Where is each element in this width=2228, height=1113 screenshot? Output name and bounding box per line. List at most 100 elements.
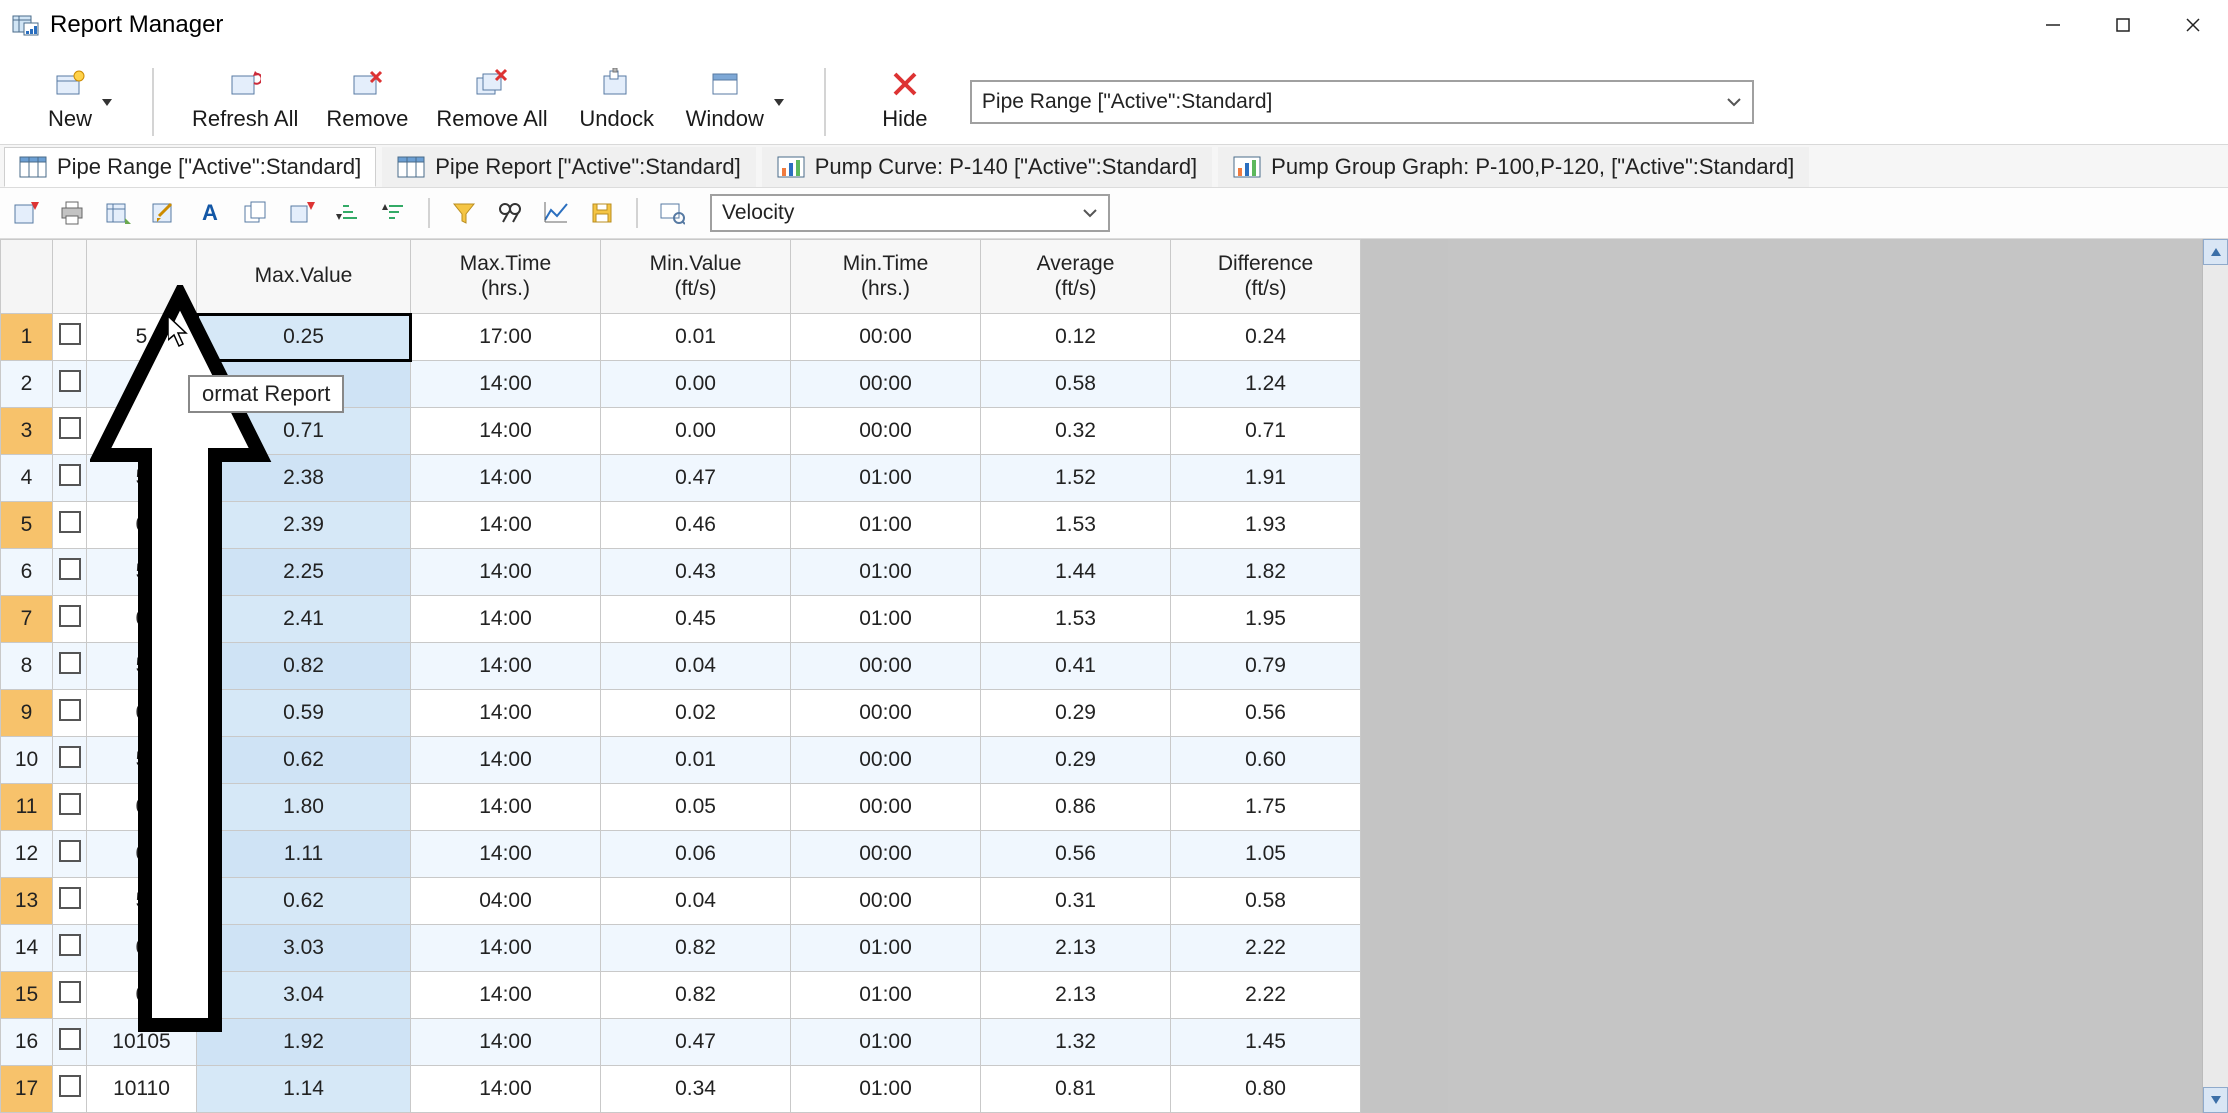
row-checkbox[interactable] — [53, 972, 87, 1019]
cell-maxvalue[interactable]: 2.39 — [197, 502, 411, 549]
cell-minvalue[interactable]: 0.45 — [601, 596, 791, 643]
col-header-maxvalue[interactable]: Max.Value — [197, 240, 411, 314]
cell-id[interactable]: 10110 — [87, 1066, 197, 1113]
undock-button[interactable]: Undock — [562, 64, 672, 140]
cell-maxvalue[interactable]: 2.38 — [197, 455, 411, 502]
cell-maxtime[interactable]: 14:00 — [411, 690, 601, 737]
cell-minvalue[interactable]: 0.01 — [601, 737, 791, 784]
cell-difference[interactable]: 1.82 — [1171, 549, 1361, 596]
table-row[interactable]: 1403.0314:000.8201:002.132.22 — [1, 925, 1361, 972]
grid-corner[interactable] — [1, 240, 53, 314]
table-row[interactable]: 16101051.9214:000.4701:001.321.45 — [1, 1019, 1361, 1066]
remove-all-button[interactable]: Remove All — [422, 64, 561, 140]
cell-difference[interactable]: 0.71 — [1171, 408, 1361, 455]
row-header[interactable]: 16 — [1, 1019, 53, 1066]
report-select[interactable]: Pipe Range ["Active":Standard] — [970, 80, 1754, 124]
row-checkbox[interactable] — [53, 831, 87, 878]
table-row[interactable]: 1503.0414:000.8201:002.132.22 — [1, 972, 1361, 1019]
cell-difference[interactable]: 1.05 — [1171, 831, 1361, 878]
row-header[interactable]: 10 — [1, 737, 53, 784]
cell-average[interactable]: 1.52 — [981, 455, 1171, 502]
format-report-button[interactable] — [100, 195, 136, 231]
col-header-average[interactable]: Average(ft/s) — [981, 240, 1171, 314]
cell-minvalue[interactable]: 0.82 — [601, 972, 791, 1019]
cell-maxtime[interactable]: 14:00 — [411, 1019, 601, 1066]
table-row[interactable]: 1050.6214:000.0100:000.290.60 — [1, 737, 1361, 784]
cell-mintime[interactable]: 00:00 — [791, 878, 981, 925]
font-button[interactable]: A — [192, 195, 228, 231]
cell-minvalue[interactable]: 0.01 — [601, 314, 791, 361]
cell-minvalue[interactable]: 0.34 — [601, 1066, 791, 1113]
remove-button[interactable]: Remove — [312, 64, 422, 140]
cell-maxtime[interactable]: 14:00 — [411, 784, 601, 831]
chart-button[interactable] — [538, 195, 574, 231]
cell-maxtime[interactable]: 04:00 — [411, 878, 601, 925]
cell-maxvalue[interactable]: 0.82 — [197, 643, 411, 690]
cell-id[interactable]: 0 — [87, 784, 197, 831]
row-header[interactable]: 4 — [1, 455, 53, 502]
table-row[interactable]: 300.7114:000.0000:000.320.71 — [1, 408, 1361, 455]
row-header[interactable]: 8 — [1, 643, 53, 690]
copy-button[interactable] — [238, 195, 274, 231]
cell-difference[interactable]: 0.80 — [1171, 1066, 1361, 1113]
cell-difference[interactable]: 2.22 — [1171, 925, 1361, 972]
cell-maxtime[interactable]: 14:00 — [411, 455, 601, 502]
cell-maxvalue[interactable]: 0.59 — [197, 690, 411, 737]
edit-report-button[interactable] — [146, 195, 182, 231]
sort-asc-button[interactable] — [330, 195, 366, 231]
table-row[interactable]: 17101101.1414:000.3401:000.810.80 — [1, 1066, 1361, 1113]
col-header-minvalue[interactable]: Min.Value(ft/s) — [601, 240, 791, 314]
cell-maxtime[interactable]: 14:00 — [411, 408, 601, 455]
cell-id[interactable]: 0 — [87, 690, 197, 737]
cell-maxtime[interactable]: 14:00 — [411, 549, 601, 596]
row-checkbox[interactable] — [53, 596, 87, 643]
cell-mintime[interactable]: 00:00 — [791, 314, 981, 361]
zoom-button[interactable] — [654, 195, 690, 231]
cell-difference[interactable]: 1.45 — [1171, 1019, 1361, 1066]
cell-id[interactable]: 5 — [87, 314, 197, 361]
cell-difference[interactable]: 1.93 — [1171, 502, 1361, 549]
cell-average[interactable]: 0.29 — [981, 737, 1171, 784]
cell-minvalue[interactable]: 0.06 — [601, 831, 791, 878]
cell-difference[interactable]: 1.75 — [1171, 784, 1361, 831]
cell-mintime[interactable]: 01:00 — [791, 502, 981, 549]
cell-maxvalue[interactable]: 2.25 — [197, 549, 411, 596]
table-row[interactable]: 150.2517:000.0100:000.120.24 — [1, 314, 1361, 361]
tab-pump-curve[interactable]: Pump Curve: P-140 ["Active":Standard] — [762, 147, 1212, 187]
cell-minvalue[interactable]: 0.04 — [601, 878, 791, 925]
cell-minvalue[interactable]: 0.46 — [601, 502, 791, 549]
cell-id[interactable]: 0 — [87, 925, 197, 972]
row-checkbox[interactable] — [53, 314, 87, 361]
cell-average[interactable]: 1.53 — [981, 502, 1171, 549]
cell-id[interactable]: 0 — [87, 972, 197, 1019]
cell-maxtime[interactable]: 14:00 — [411, 972, 601, 1019]
window-button[interactable]: Window — [672, 64, 800, 140]
sort-desc-button[interactable] — [376, 195, 412, 231]
cell-id[interactable]: 10105 — [87, 1019, 197, 1066]
cell-maxvalue[interactable]: 3.03 — [197, 925, 411, 972]
cell-difference[interactable]: 0.60 — [1171, 737, 1361, 784]
data-grid[interactable]: Max.Value Max.Time(hrs.) Min.Value(ft/s)… — [0, 239, 1361, 1113]
row-header[interactable]: 15 — [1, 972, 53, 1019]
table-row[interactable]: 702.4114:000.4501:001.531.95 — [1, 596, 1361, 643]
cell-maxvalue[interactable]: 1.11 — [197, 831, 411, 878]
column-select[interactable]: Velocity — [710, 194, 1110, 232]
row-header[interactable]: 3 — [1, 408, 53, 455]
cell-mintime[interactable]: 01:00 — [791, 596, 981, 643]
cell-id[interactable]: 0 — [87, 408, 197, 455]
row-checkbox[interactable] — [53, 549, 87, 596]
table-row[interactable]: 1201.1114:000.0600:000.561.05 — [1, 831, 1361, 878]
row-checkbox[interactable] — [53, 784, 87, 831]
cell-difference[interactable]: 0.58 — [1171, 878, 1361, 925]
cell-maxvalue[interactable]: 1.80 — [197, 784, 411, 831]
row-checkbox[interactable] — [53, 1066, 87, 1113]
cell-average[interactable]: 2.13 — [981, 972, 1171, 1019]
cell-maxtime[interactable]: 14:00 — [411, 737, 601, 784]
cell-maxvalue[interactable]: 3.04 — [197, 972, 411, 1019]
cell-mintime[interactable]: 00:00 — [791, 690, 981, 737]
cell-maxtime[interactable]: 14:00 — [411, 643, 601, 690]
cell-mintime[interactable]: 01:00 — [791, 455, 981, 502]
vertical-scrollbar[interactable] — [2202, 239, 2228, 1113]
cell-minvalue[interactable]: 0.04 — [601, 643, 791, 690]
row-checkbox[interactable] — [53, 502, 87, 549]
